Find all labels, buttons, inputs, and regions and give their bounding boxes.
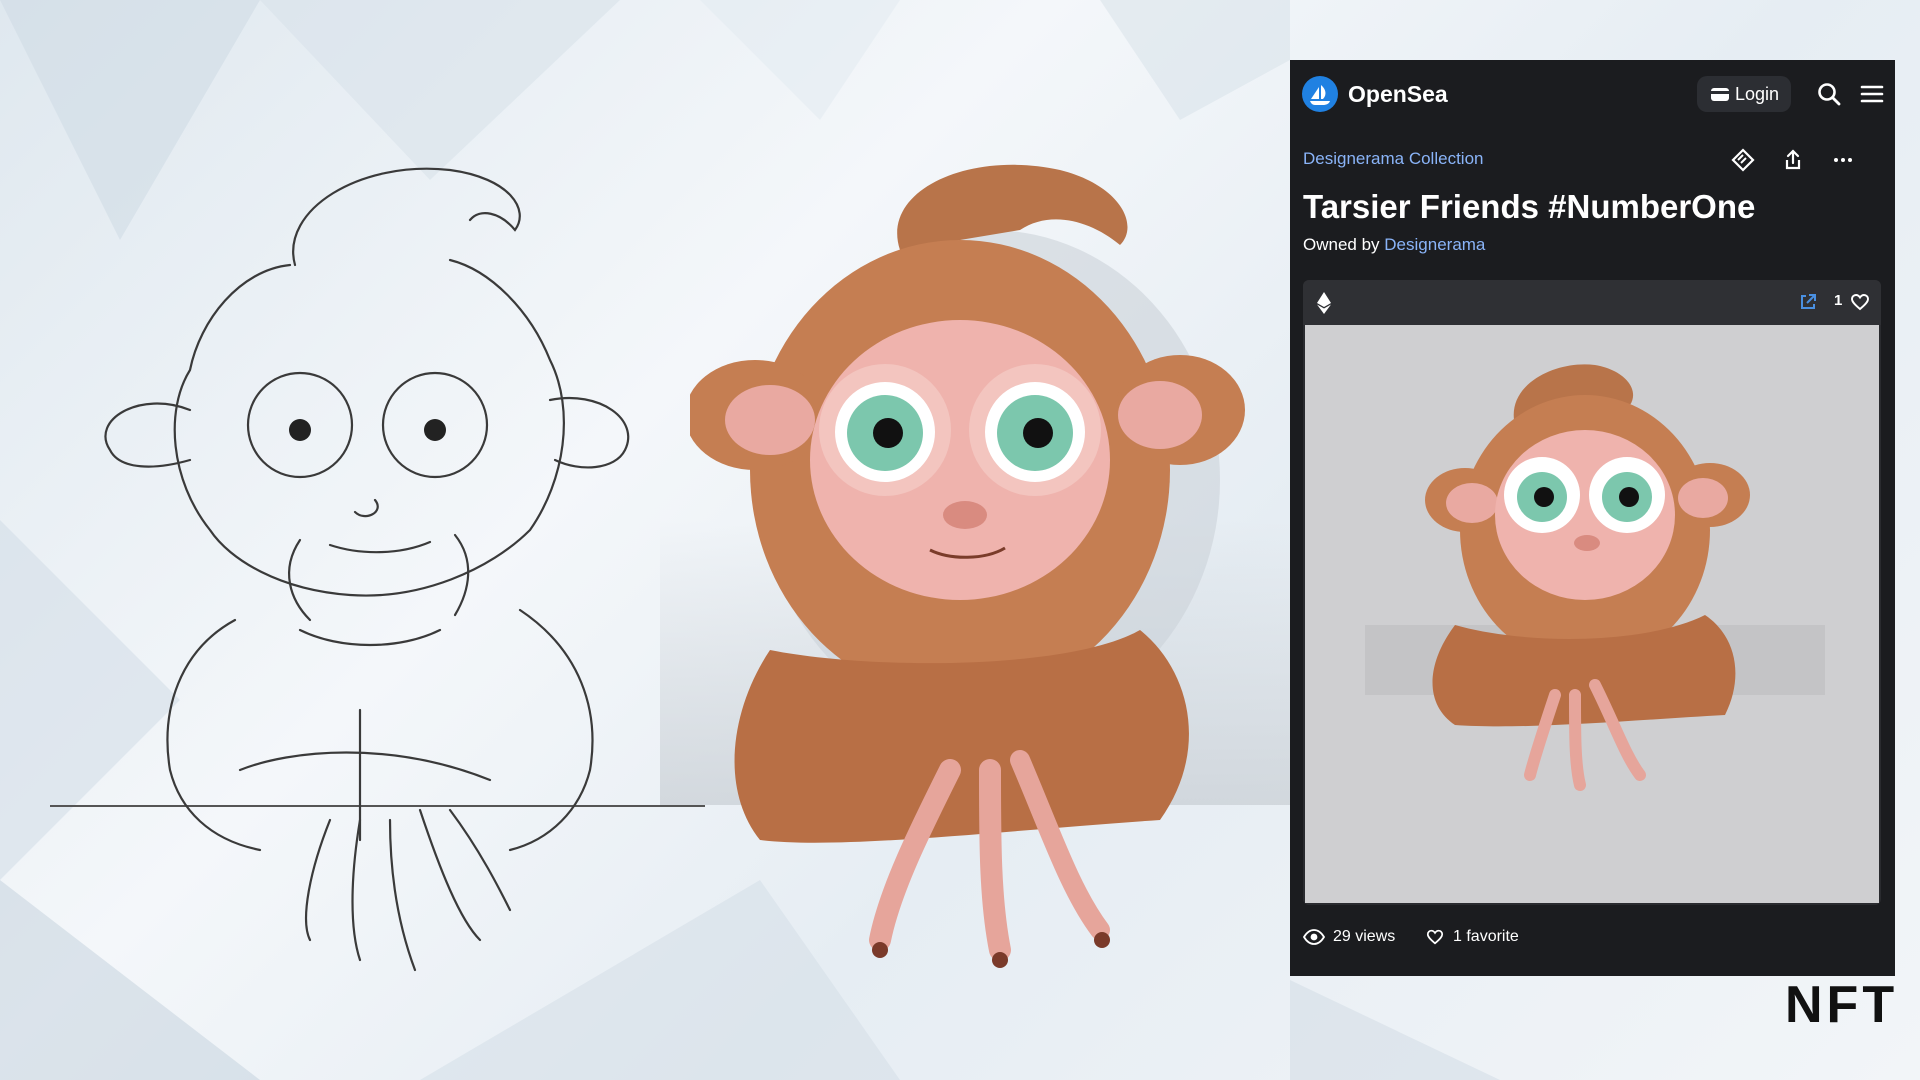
sketch-tarsier: [104, 167, 630, 972]
more-icon[interactable]: [1830, 147, 1856, 173]
nft-card: 1: [1303, 280, 1881, 905]
views-count: 29 views: [1333, 928, 1396, 945]
search-icon[interactable]: [1815, 80, 1843, 108]
opensea-panel: OpenSea Login Designerama Collection Tar…: [1290, 60, 1895, 976]
heart-icon: [1426, 929, 1444, 945]
owned-by-prefix: Owned by: [1303, 235, 1380, 254]
favorite-count: 1: [1834, 292, 1843, 309]
share-icon[interactable]: [1780, 147, 1806, 173]
ethereum-icon: [1317, 292, 1331, 314]
wallet-icon: [1711, 88, 1729, 101]
owner-link[interactable]: Designerama: [1384, 235, 1485, 254]
offer-tag-icon[interactable]: [1730, 147, 1756, 173]
nft-image[interactable]: [1305, 325, 1879, 903]
item-title: Tarsier Friends #NumberOne: [1303, 188, 1756, 225]
favorites-stat: 1 favorite: [1425, 928, 1519, 946]
artwork-stage: [0, 0, 1290, 1080]
nft-tarsier-picture: [1365, 364, 1825, 791]
top-bar: OpenSea Login: [1290, 60, 1895, 135]
eye-icon: [1303, 929, 1325, 945]
brand-name[interactable]: OpenSea: [1348, 81, 1448, 108]
views-stat: 29 views: [1303, 928, 1395, 946]
opensea-logo-icon[interactable]: [1302, 76, 1338, 112]
login-label: Login: [1735, 84, 1780, 104]
login-button[interactable]: Login: [1697, 76, 1791, 112]
menu-icon[interactable]: [1858, 80, 1886, 108]
owned-by: Owned by Designerama: [1303, 235, 1485, 255]
nft-caption: NFT: [1785, 976, 1899, 1034]
collection-link[interactable]: Designerama Collection: [1303, 149, 1483, 169]
external-link-icon[interactable]: [1799, 293, 1817, 311]
heart-icon[interactable]: [1850, 292, 1870, 312]
favorites-count: 1 favorite: [1453, 928, 1519, 945]
card-header: 1: [1303, 280, 1881, 325]
colored-tarsier: [690, 164, 1245, 968]
